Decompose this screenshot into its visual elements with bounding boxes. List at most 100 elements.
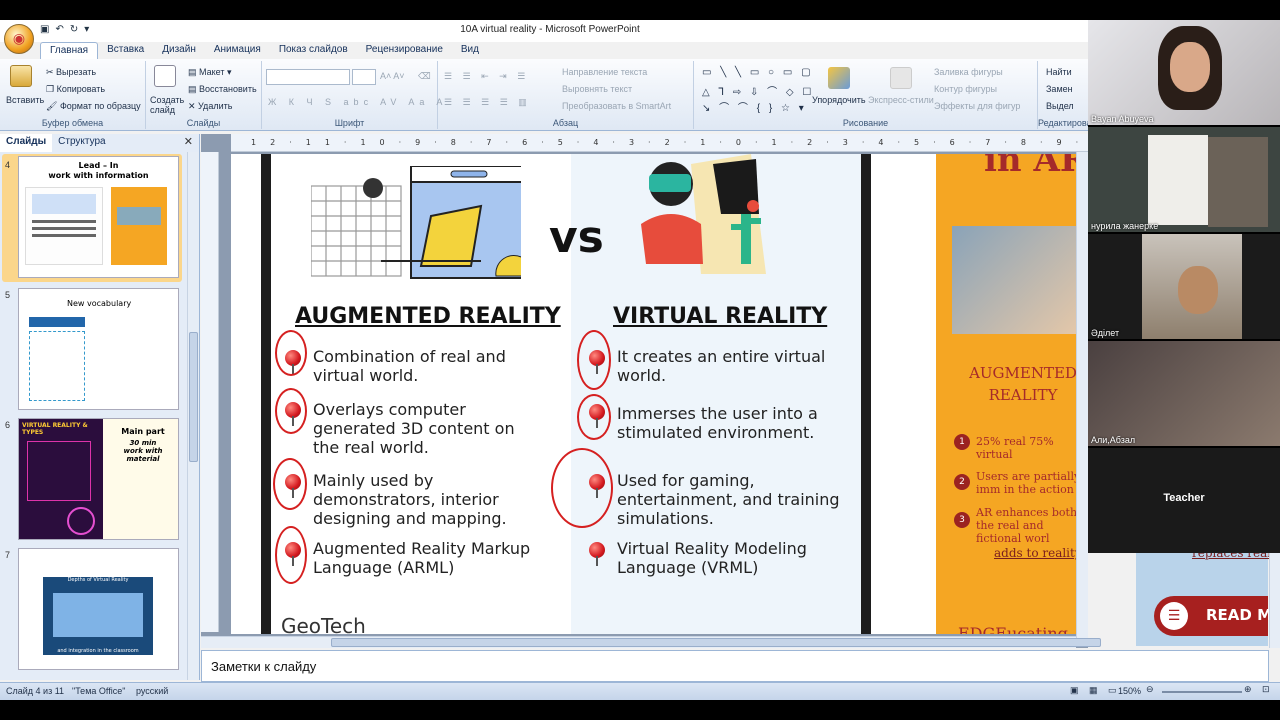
- clipboard-group: Вставить ✂ Вырезать ❐ Копировать 🖌 Форма…: [0, 61, 146, 129]
- item-number: 1: [954, 434, 970, 450]
- slides-label: Слайды: [186, 118, 221, 128]
- annotation-circle: [577, 394, 611, 440]
- thumbnail-slide-6[interactable]: VIRTUAL REALITY & TYPES Main part 30 min…: [18, 418, 179, 540]
- fit-window-icon[interactable]: ⊡: [1262, 684, 1270, 695]
- participant-tile[interactable]: Али,Абзал: [1088, 341, 1280, 446]
- tab-view[interactable]: Вид: [452, 42, 488, 60]
- thumbnail-slide-7[interactable]: Depths of Virtual Reality and integratio…: [18, 548, 179, 670]
- top-letterbox: [0, 0, 1280, 20]
- participant-name: Әділет: [1091, 328, 1120, 338]
- thumbnail-slide-5[interactable]: New vocabulary: [18, 288, 179, 410]
- font-size-combo[interactable]: [352, 69, 376, 85]
- tab-design[interactable]: Дизайн: [153, 42, 205, 60]
- new-slide-icon[interactable]: [154, 65, 176, 87]
- quick-styles-button[interactable]: Экспресс-стили: [868, 95, 934, 105]
- editing-label: Редактирова: [1038, 118, 1092, 128]
- shape-fill-button[interactable]: Заливка фигуры: [934, 67, 1003, 77]
- slide-right-overflow: replaces real ☰ READ M: [1136, 540, 1272, 646]
- view-buttons[interactable]: ▣ ▦ ▭: [1070, 685, 1121, 696]
- thumbnail-slide-4[interactable]: Lead – In work with information: [18, 156, 179, 278]
- find-button[interactable]: Найти: [1046, 67, 1072, 77]
- align-text-button[interactable]: Выровнять текст: [562, 84, 632, 94]
- arrange-button[interactable]: Упорядочить: [812, 95, 866, 105]
- format-painter-button[interactable]: 🖌 Формат по образцу: [46, 101, 141, 112]
- panel-scroll-thumb[interactable]: [189, 332, 198, 462]
- layout-button[interactable]: ▤ Макет ▾: [188, 67, 232, 78]
- participant-tile[interactable]: Bayan Abuyeva: [1088, 20, 1280, 125]
- video-call-panel: Bayan Abuyeva нурила жанерке Әділет Али,…: [1088, 20, 1280, 553]
- smartart-button[interactable]: Преобразовать в SmartArt: [562, 101, 671, 111]
- vr-illustration-svg: [641, 154, 766, 274]
- font-name-combo[interactable]: [266, 69, 350, 85]
- editing-group: Найти Замен Выдел Редактирова: [1038, 61, 1092, 129]
- close-panel-icon[interactable]: ✕: [184, 135, 193, 148]
- shape-effects-button[interactable]: Эффекты для фигур: [934, 101, 1020, 111]
- thumb-number: 5: [5, 290, 11, 300]
- annotation-circle: [275, 526, 307, 584]
- tab-animation[interactable]: Анимация: [205, 42, 270, 60]
- zoom-out-icon[interactable]: ⊖: [1146, 684, 1154, 695]
- replace-button[interactable]: Замен: [1046, 84, 1073, 94]
- shape-outline-button[interactable]: Контур фигуры: [934, 84, 997, 94]
- slide-canvas[interactable]: vs AUGMENTED REALITY VIRTUAL REALITY Com…: [231, 154, 1088, 634]
- vertical-ruler: [201, 152, 219, 632]
- font-label: Шрифт: [334, 118, 365, 128]
- clear-format-icon[interactable]: ⌫: [418, 71, 431, 82]
- panel-tabs: Слайды Структура: [0, 134, 200, 152]
- vs-label: vs: [549, 212, 604, 263]
- zoom-in-icon[interactable]: ⊕: [1244, 684, 1252, 695]
- shapes-gallery-row2[interactable]: △ ⅂ ⇨ ⇩ ⌒ ◇ ☐: [702, 83, 814, 98]
- font-style-buttons[interactable]: Ж К Ч S abc AV Aa A: [268, 97, 447, 107]
- tab-slides[interactable]: Слайды: [0, 134, 53, 152]
- shapes-gallery-row3[interactable]: ↘ ⌒ ⌒ { } ☆ ▾: [702, 99, 807, 114]
- font-grow-icon[interactable]: A˄ A˅: [380, 71, 405, 81]
- ribbon: Вставить ✂ Вырезать ❐ Копировать 🖌 Форма…: [0, 59, 1092, 131]
- participant-video-2: [1208, 137, 1268, 227]
- paragraph-label: Абзац: [552, 118, 579, 128]
- tab-slideshow[interactable]: Показ слайдов: [270, 42, 357, 60]
- language[interactable]: русский: [136, 686, 168, 696]
- zoom-slider[interactable]: [1162, 691, 1242, 693]
- tab-insert[interactable]: Вставка: [98, 42, 153, 60]
- editor-hscrollbar[interactable]: [201, 636, 1101, 648]
- thumb-subtitle: 30 min work with material: [123, 439, 163, 463]
- text-direction-button[interactable]: Направление текста: [562, 67, 647, 77]
- tab-outline[interactable]: Структура: [52, 134, 111, 152]
- shapes-gallery[interactable]: ▭ ╲ ╲ ▭ ○ ▭ ▢: [702, 67, 814, 78]
- clipboard-label: Буфер обмена: [41, 118, 104, 128]
- ar-point-3: Mainly used by demonstrators, interior d…: [313, 471, 507, 528]
- read-more-button[interactable]: ☰ READ M: [1154, 596, 1272, 636]
- participant-tile[interactable]: Әділет: [1088, 234, 1280, 339]
- align-buttons[interactable]: ☰ ☰ ☰ ☰ ▥: [444, 97, 531, 108]
- tab-home[interactable]: Главная: [40, 42, 99, 60]
- adds-to-reality-link[interactable]: adds to reality: [994, 546, 1082, 560]
- tab-review[interactable]: Рецензирование: [357, 42, 452, 60]
- cut-button[interactable]: ✂ Вырезать: [46, 67, 96, 78]
- reset-icon: ▤: [188, 84, 200, 94]
- copy-button[interactable]: ❐ Копировать: [46, 84, 105, 95]
- right-panel-title: in AR: [984, 154, 1088, 180]
- select-button[interactable]: Выдел: [1046, 101, 1074, 111]
- quick-styles-icon[interactable]: [890, 67, 912, 89]
- arrange-icon[interactable]: [828, 67, 850, 89]
- delete-slide-button[interactable]: ✕ Удалить: [188, 101, 232, 112]
- zoom-level[interactable]: 150%: [1118, 686, 1141, 696]
- participant-tile[interactable]: Teacher: [1088, 448, 1280, 553]
- annotation-circle: [577, 330, 611, 390]
- new-slide-button[interactable]: Создать слайд: [150, 95, 186, 115]
- slide-counter: Слайд 4 из 11: [6, 686, 65, 696]
- list-buttons[interactable]: ☰ ☰ ⇤ ⇥ ☰: [444, 71, 529, 82]
- participant-tile[interactable]: нурила жанерке: [1088, 127, 1280, 232]
- right-orange-panel: in AR AUGMENTED REALITY 1 25% real 75% v…: [936, 154, 1088, 634]
- paste-icon[interactable]: [10, 65, 32, 87]
- editor-scrollbar[interactable]: [1076, 152, 1088, 638]
- notes-pane[interactable]: Заметки к слайду: [201, 650, 1269, 682]
- reset-button[interactable]: ▤ Восстановить: [188, 84, 257, 95]
- vr-point-4: Virtual Reality Modeling Language (VRML): [617, 539, 807, 577]
- paste-button[interactable]: Вставить: [6, 95, 44, 105]
- slide-editor: 12·11·10·9·8·7·6·5·4·3·2·1·0·1·2·3·4·5·6…: [201, 134, 1101, 648]
- editor-hscroll-thumb[interactable]: [331, 638, 1101, 647]
- ar-illustration: [310, 165, 524, 286]
- panel-scrollbar[interactable]: [187, 152, 199, 680]
- drawing-group: ▭ ╲ ╲ ▭ ○ ▭ ▢ △ ⅂ ⇨ ⇩ ⌒ ◇ ☐ ↘ ⌒ ⌒ { } ☆ …: [694, 61, 1038, 129]
